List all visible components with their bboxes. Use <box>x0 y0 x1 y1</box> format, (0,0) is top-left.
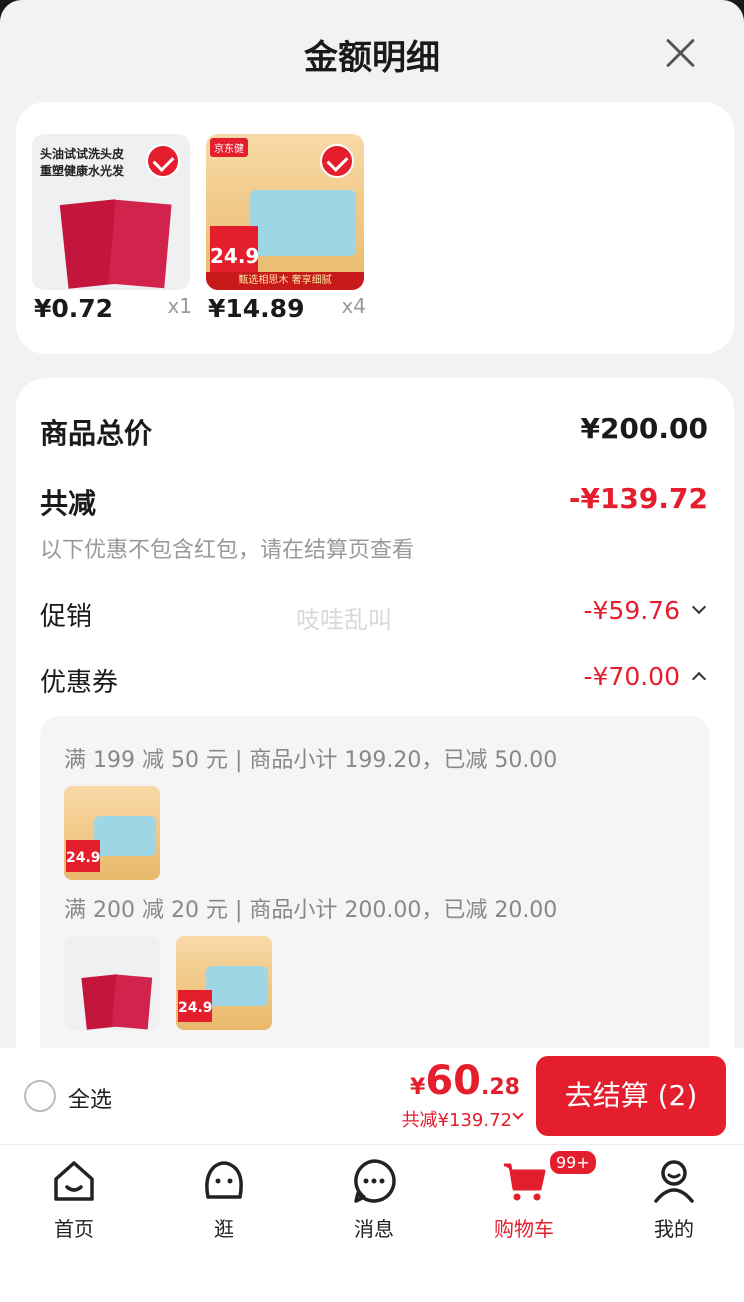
checked-icon <box>320 144 354 178</box>
profile-icon <box>650 1157 698 1205</box>
product-price: ¥14.89 <box>208 294 305 323</box>
price-badge: 24.9 <box>66 840 101 872</box>
total-price-label: 商品总价 <box>40 417 153 450</box>
product-item[interactable]: 京东健 24.9 甄选相思木 奢享细腻 ¥14.89 x4 <box>206 134 366 323</box>
cart-icon: 99+ <box>500 1149 598 1205</box>
tab-explore[interactable]: 逛 <box>174 1157 274 1242</box>
sheet-title: 金额明细 <box>304 38 440 78</box>
chevron-down-icon[interactable] <box>512 1108 524 1120</box>
tab-label: 购物车 <box>494 1217 554 1241</box>
brand-logo: 京东健 <box>210 138 248 157</box>
product-package <box>108 199 172 289</box>
tab-label: 首页 <box>54 1217 94 1241</box>
total-saved-label: 共减 <box>40 487 97 520</box>
chevron-down-icon <box>691 599 707 615</box>
coupon-product-thumbnail[interactable]: 24.9 <box>176 936 272 1030</box>
product-quantity: x1 <box>167 294 192 318</box>
coupon-rule: 满 200 减 20 元 | 商品小计 200.00，已减 20.00 <box>64 898 558 923</box>
tab-messages[interactable]: 消息 <box>324 1157 424 1242</box>
tab-cart[interactable]: 99+ 购物车 <box>474 1149 598 1242</box>
product-thumbnail[interactable]: 头油试试洗头皮 重塑健康水光发 <box>32 134 190 290</box>
discount-note: 以下优惠不包含红包，请在结算页查看 <box>40 538 415 563</box>
payable-total: ¥60.28 <box>410 1058 520 1104</box>
product-item[interactable]: 头油试试洗头皮 重塑健康水光发 ¥0.72 x1 <box>32 134 192 323</box>
coupon-details: 满 199 减 50 元 | 商品小计 199.20，已减 50.00 24.9… <box>40 716 710 1076</box>
checkout-bar: 全选 ¥60.28 共减¥139.72 去结算 (2) <box>0 1048 744 1144</box>
product-package <box>250 190 356 256</box>
price-badge: 24.9 <box>178 990 213 1022</box>
close-icon[interactable] <box>660 32 700 72</box>
saved-amount-link[interactable]: 共减¥139.72 <box>402 1106 512 1132</box>
product-package <box>94 816 156 856</box>
coupon-rule: 满 199 减 50 元 | 商品小计 199.20，已减 50.00 <box>64 748 558 773</box>
coupon-row[interactable]: 优惠券 -¥70.00 <box>40 662 710 699</box>
checkout-button[interactable]: 去结算 (2) <box>536 1056 726 1136</box>
tab-label: 消息 <box>354 1217 394 1241</box>
checked-icon <box>146 144 180 178</box>
promo-banner: 甄选相思木 奢享细腻 <box>206 272 364 290</box>
message-icon <box>350 1157 398 1205</box>
tab-home[interactable]: 首页 <box>24 1157 124 1242</box>
product-quantity: x4 <box>341 294 366 318</box>
chevron-up-icon <box>691 671 707 687</box>
product-price: ¥0.72 <box>34 294 114 323</box>
coupon-product-thumbnail[interactable] <box>64 936 160 1030</box>
promotion-label: 促销 <box>40 602 93 632</box>
product-package <box>111 974 153 1030</box>
promotion-value: -¥59.76 <box>583 596 681 625</box>
total-price-value: ¥200.00 <box>580 412 708 445</box>
bottom-tab-bar: 首页 逛 消息 99+ 购物车 我的 <box>0 1144 744 1302</box>
total-saved-value: -¥139.72 <box>568 482 708 515</box>
select-all-radio[interactable] <box>24 1080 56 1112</box>
coupon-label: 优惠券 <box>40 668 119 698</box>
tab-label: 逛 <box>214 1217 234 1241</box>
coupon-value: -¥70.00 <box>583 662 681 691</box>
explore-icon <box>200 1157 248 1205</box>
total-price-row: 商品总价 ¥200.00 <box>40 412 710 452</box>
amount-detail-sheet: 金额明细 头油试试洗头皮 重塑健康水光发 ¥0.72 x1 京东健 24.9 甄… <box>0 0 744 1302</box>
cart-count-badge: 99+ <box>548 1149 598 1176</box>
select-all-label[interactable]: 全选 <box>68 1082 112 1114</box>
price-badge: 24.9 <box>210 226 259 272</box>
watermark: 吱哇乱叫 <box>296 606 392 634</box>
price-detail-card: 商品总价 ¥200.00 共减 -¥139.72 以下优惠不包含红包，请在结算页… <box>16 378 734 1138</box>
tab-profile[interactable]: 我的 <box>624 1157 724 1242</box>
home-icon <box>50 1157 98 1205</box>
coupon-product-thumbnail[interactable]: 24.9 <box>64 786 160 880</box>
selected-products-card: 头油试试洗头皮 重塑健康水光发 ¥0.72 x1 京东健 24.9 甄选相思木 … <box>16 102 734 354</box>
thumbnail-text: 头油试试洗头皮 重塑健康水光发 <box>40 147 125 178</box>
tab-label: 我的 <box>654 1217 694 1241</box>
total-saved-row: 共减 -¥139.72 <box>40 482 710 522</box>
product-thumbnail[interactable]: 京东健 24.9 甄选相思木 奢享细腻 <box>206 134 364 290</box>
product-package <box>206 966 268 1006</box>
